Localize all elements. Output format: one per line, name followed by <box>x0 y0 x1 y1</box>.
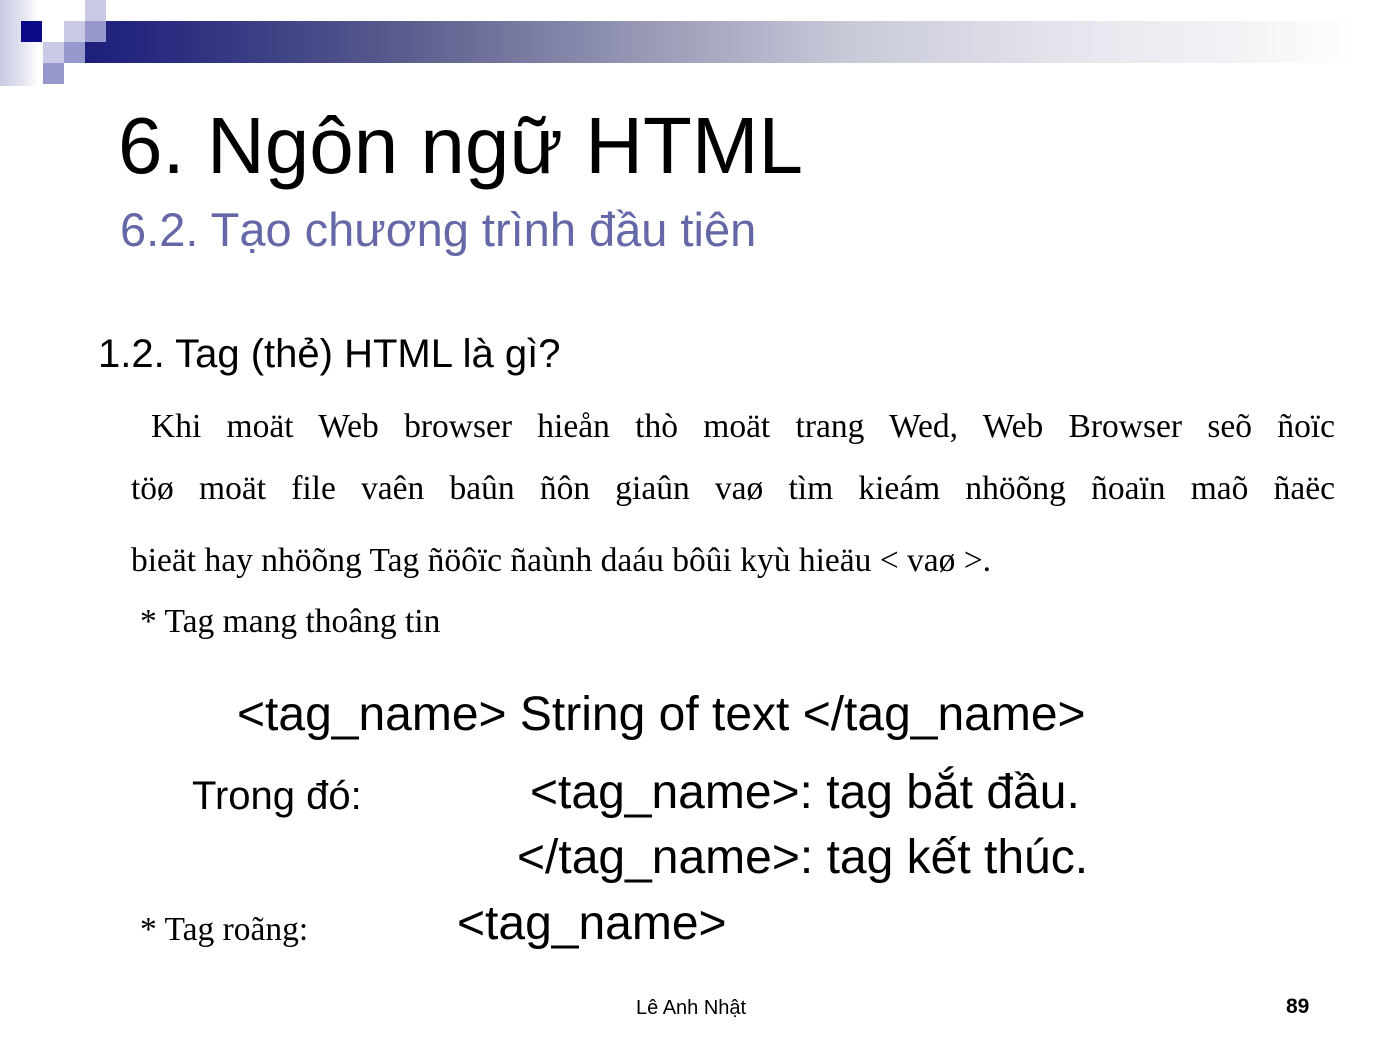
slide-subtitle: 6.2. Tạo chương trình đầu tiên <box>120 203 757 256</box>
slide: 6. Ngôn ngữ HTML 6.2. Tạo chương trình đ… <box>0 0 1399 1049</box>
slide-title: 6. Ngôn ngữ HTML <box>118 101 803 190</box>
header-banner <box>85 21 1355 63</box>
logo-square <box>85 21 106 42</box>
logo-square <box>21 21 42 42</box>
page-number: 89 <box>1286 995 1310 1018</box>
logo-square <box>64 21 85 42</box>
body-paragraph: Khi moät Web browser hieån thò moät tran… <box>131 394 1335 594</box>
definition-close-tag: </tag_name>: tag kết thúc. <box>517 831 1089 884</box>
definition-open-tag: <tag_name>: tag bắt đầu. <box>530 766 1080 819</box>
logo-square <box>64 42 85 63</box>
paragraph-line: Khi moät Web browser hieån thò moät tran… <box>151 408 1335 445</box>
logo-square <box>43 42 64 63</box>
paragraph-line: bieät hay nhöõng Tag ñöôïc ñaùnh daáu bô… <box>131 542 992 579</box>
where-label: Trong đó: <box>192 774 362 818</box>
logo-square <box>43 63 64 84</box>
footer-author: Lê Anh Nhật <box>636 997 747 1019</box>
paragraph-line: töø moät file vaên baûn ñôn giaûn vaø tì… <box>131 470 1335 507</box>
logo-square <box>85 0 106 21</box>
tag-syntax-example: <tag_name> String of text </tag_name> <box>237 688 1086 741</box>
section-heading: 1.2. Tag (thẻ) HTML là gì? <box>98 332 561 376</box>
header-left-fade <box>0 0 38 86</box>
bullet-empty-tag: * Tag roãng: <box>140 911 309 948</box>
bullet-tag-info: * Tag mang thoâng tin <box>140 603 441 640</box>
empty-tag-example: <tag_name> <box>457 897 727 950</box>
